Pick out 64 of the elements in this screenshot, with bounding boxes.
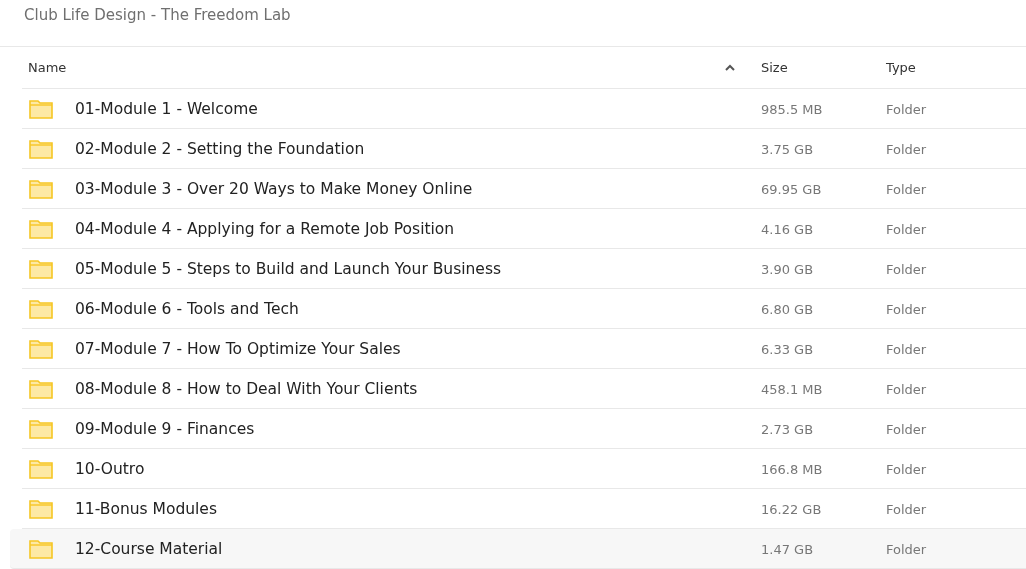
file-type: Folder bbox=[886, 502, 927, 517]
file-size: 166.8 MB bbox=[761, 462, 823, 477]
folder-icon bbox=[29, 298, 53, 319]
folder-icon bbox=[29, 258, 53, 279]
file-type: Folder bbox=[886, 462, 927, 477]
file-name: 07-Module 7 - How To Optimize Your Sales bbox=[75, 339, 401, 358]
file-row[interactable]: 10-Outro 166.8 MB Folder bbox=[22, 449, 1026, 489]
folder-icon bbox=[29, 498, 53, 519]
column-header[interactable]: Name bbox=[28, 60, 67, 75]
file-size: 3.90 GB bbox=[761, 262, 814, 277]
file-size: 6.80 GB bbox=[761, 302, 814, 317]
file-size: 16.22 GB bbox=[761, 502, 822, 517]
folder-icon bbox=[29, 98, 53, 119]
file-type: Folder bbox=[886, 262, 927, 277]
folder-icon bbox=[29, 418, 53, 439]
file-row[interactable]: 05-Module 5 - Steps to Build and Launch Your Business 3.90 GB Folder bbox=[22, 249, 1026, 289]
column-header[interactable]: Type bbox=[886, 60, 916, 75]
file-type: Folder bbox=[886, 222, 927, 237]
file-size: 1.47 GB bbox=[761, 542, 814, 557]
file-size: 6.33 GB bbox=[761, 342, 814, 357]
sort-caret-icon[interactable] bbox=[725, 64, 735, 71]
folder-icon bbox=[29, 378, 53, 399]
folder-title: Club Life Design - The Freedom Lab bbox=[0, 0, 1026, 47]
folder-icon bbox=[29, 138, 53, 159]
file-name: 05-Module 5 - Steps to Build and Launch Your Business bbox=[75, 259, 502, 278]
folder-icon bbox=[29, 178, 53, 199]
file-row[interactable]: 07-Module 7 - How To Optimize Your Sales 6.33 GB Folder bbox=[22, 329, 1026, 369]
folder-icon bbox=[29, 218, 53, 239]
file-name: 01-Module 1 - Welcome bbox=[75, 99, 258, 118]
file-name: 04-Module 4 - Applying for a Remote Job Position bbox=[75, 219, 455, 238]
file-row[interactable]: 08-Module 8 - How to Deal With Your Clients 458.1 MB Folder bbox=[22, 369, 1026, 409]
file-size: 69.95 GB bbox=[761, 182, 822, 197]
file-row[interactable]: 06-Module 6 - Tools and Tech 6.80 GB Folder bbox=[22, 289, 1026, 329]
file-type: Folder bbox=[886, 342, 927, 357]
file-size: 458.1 MB bbox=[761, 382, 823, 397]
folder-icon bbox=[29, 338, 53, 359]
folder-icon bbox=[29, 458, 53, 479]
file-row[interactable]: 02-Module 2 - Setting the Foundation 3.75 GB Folder bbox=[22, 129, 1026, 169]
file-name: 08-Module 8 - How to Deal With Your Clients bbox=[75, 379, 418, 398]
file-row[interactable]: 04-Module 4 - Applying for a Remote Job Position 4.16 GB Folder bbox=[22, 209, 1026, 249]
file-size: 3.75 GB bbox=[761, 142, 814, 157]
file-row[interactable]: 09-Module 9 - Finances 2.73 GB Folder bbox=[22, 409, 1026, 449]
file-row[interactable]: 03-Module 3 - Over 20 Ways to Make Money Online 69.95 GB Folder bbox=[22, 169, 1026, 209]
file-type: Folder bbox=[886, 542, 927, 557]
file-size: 4.16 GB bbox=[761, 222, 814, 237]
file-name: 11-Bonus Modules bbox=[75, 499, 217, 518]
file-type: Folder bbox=[886, 102, 927, 117]
column-header[interactable]: Size bbox=[761, 60, 788, 75]
file-name: 09-Module 9 - Finances bbox=[75, 419, 255, 438]
file-row[interactable]: 01-Module 1 - Welcome 985.5 MB Folder bbox=[22, 89, 1026, 129]
file-name: 03-Module 3 - Over 20 Ways to Make Money Online bbox=[75, 179, 473, 198]
file-name: 06-Module 6 - Tools and Tech bbox=[75, 299, 299, 318]
file-type: Folder bbox=[886, 182, 927, 197]
file-type: Folder bbox=[886, 422, 927, 437]
folder-icon bbox=[29, 538, 53, 559]
file-row[interactable]: 12-Course Material 1.47 GB Folder bbox=[10, 529, 1026, 569]
file-size: 2.73 GB bbox=[761, 422, 814, 437]
file-name: 10-Outro bbox=[75, 459, 145, 478]
file-type: Folder bbox=[886, 302, 927, 317]
file-type: Folder bbox=[886, 142, 927, 157]
file-type: Folder bbox=[886, 382, 927, 397]
file-name: 12-Course Material bbox=[75, 539, 223, 558]
file-name: 02-Module 2 - Setting the Foundation bbox=[75, 139, 365, 158]
file-size: 985.5 MB bbox=[761, 102, 823, 117]
